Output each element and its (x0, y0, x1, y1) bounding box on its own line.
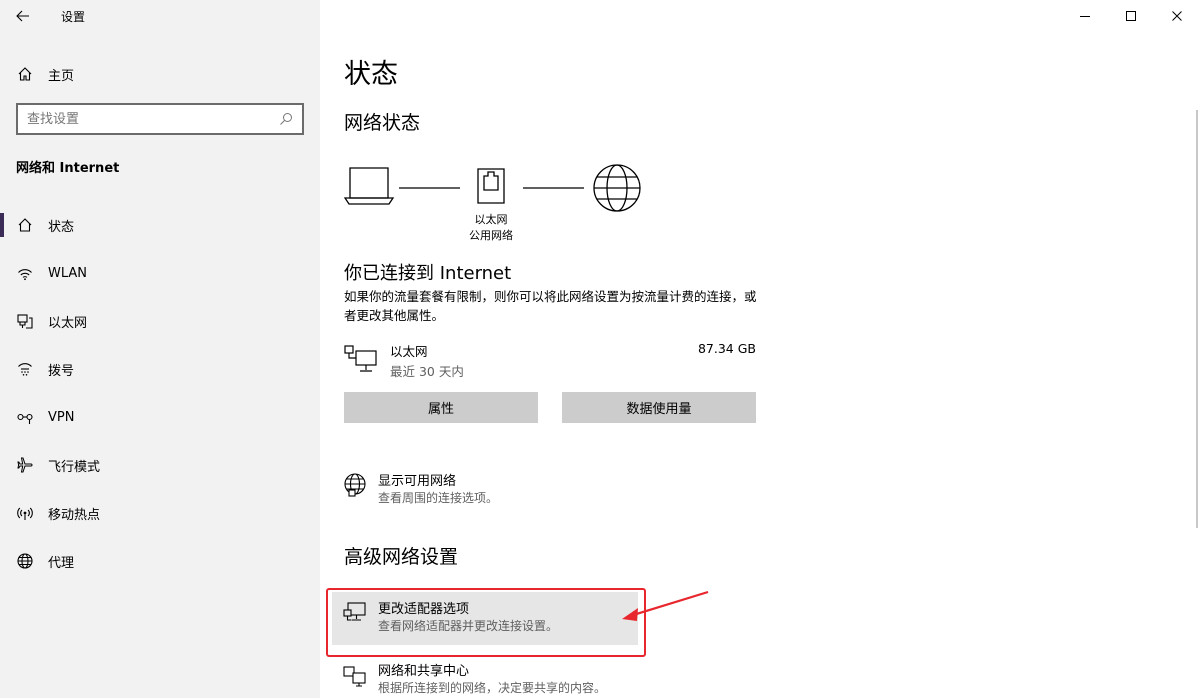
ethernet-name: 以太网 (390, 344, 428, 359)
sharing-center-title: 网络和共享中心 (378, 664, 470, 679)
connection-status-description: 如果你的流量套餐有限制，则你可以将此网络设置为按流量计费的连接，或者更改其他属性… (344, 289, 757, 323)
app-title: 设置 (61, 9, 86, 24)
globe-antenna-icon (342, 472, 368, 498)
sidebar-item-wlan[interactable]: WLAN (0, 249, 320, 297)
maximize-icon (1126, 11, 1136, 21)
sidebar-item-label: 移动热点 (48, 507, 101, 523)
network-status-heading: 网络状态 (344, 112, 421, 134)
network-diagram: 以太网 公用网络 (344, 162, 654, 246)
sidebar-item-label: 主页 (48, 68, 75, 84)
ethernet-port-icon (477, 168, 505, 204)
sharing-center-icon (342, 662, 368, 688)
advanced-settings-heading: 高级网络设置 (344, 546, 459, 568)
sidebar-item-label: 代理 (48, 555, 75, 571)
ethernet-period: 最近 30 天内 (390, 364, 464, 379)
maximize-button[interactable] (1108, 0, 1154, 32)
diagram-network-type: 公用网络 (469, 229, 513, 242)
data-usage-button[interactable]: 数据使用量 (562, 392, 756, 423)
dialup-icon (17, 361, 33, 377)
ethernet-usage: 87.34 GB (697, 341, 756, 356)
hotspot-icon (17, 505, 33, 521)
sidebar-item-dialup[interactable]: 拨号 (0, 345, 320, 393)
vpn-icon (17, 409, 33, 425)
sidebar-item-label: 以太网 (48, 315, 88, 331)
sidebar-item-airplane[interactable]: 飞行模式 (0, 441, 320, 489)
sharing-center-description: 根据所连接到的网络，决定要共享的内容。 (378, 681, 607, 695)
sidebar-item-label: WLAN (48, 265, 88, 281)
sidebar-item-label: 状态 (48, 219, 75, 235)
show-networks-title: 显示可用网络 (378, 474, 457, 489)
properties-button[interactable]: 属性 (344, 392, 538, 423)
minimize-button[interactable] (1062, 0, 1108, 32)
scrollbar[interactable] (1196, 110, 1198, 528)
close-icon (1172, 11, 1182, 21)
sidebar: 设置 主页 网络和 Internet 状态 WLAN (0, 0, 320, 698)
ethernet-monitor-icon (344, 345, 377, 372)
sidebar-item-home[interactable]: 主页 (0, 56, 320, 92)
sharing-center-option[interactable]: 网络和共享中心 根据所连接到的网络，决定要共享的内容。 (342, 660, 762, 698)
connection-status-title: 你已连接到 Internet (344, 263, 512, 284)
back-arrow-icon (16, 10, 29, 22)
window-controls (1062, 0, 1200, 32)
show-networks-description: 查看周围的连接选项。 (378, 491, 499, 505)
diagram-adapter-label: 以太网 (474, 213, 508, 226)
minimize-icon (1080, 16, 1090, 17)
home-icon (17, 66, 33, 82)
section-title: 网络和 Internet (16, 161, 120, 176)
ethernet-usage-row: 以太网 最近 30 天内 87.34 GB (344, 341, 756, 381)
sidebar-item-ethernet[interactable]: 以太网 (0, 297, 320, 345)
ethernet-icon (17, 313, 33, 329)
laptop-icon (344, 167, 395, 205)
annotation-red-arrow (622, 590, 709, 621)
sidebar-nav: 状态 WLAN 以太网 拨号 VPN 飞行模式 移动热点 代理 (0, 201, 320, 585)
sidebar-item-status[interactable]: 状态 (0, 201, 320, 249)
globe-icon (17, 553, 33, 569)
search-icon[interactable] (274, 107, 298, 131)
sidebar-item-vpn[interactable]: VPN (0, 393, 320, 441)
airplane-icon (17, 457, 33, 473)
main-content: 状态 网络状态 以太网 公用网络 你已连接到 Internet 如果你的流量套餐… (320, 0, 1200, 698)
title-bar: 设置 (0, 0, 320, 32)
back-button[interactable] (0, 0, 46, 32)
page-title: 状态 (344, 59, 398, 90)
home-status-icon (17, 217, 33, 233)
sidebar-item-hotspot[interactable]: 移动热点 (0, 489, 320, 537)
annotation-red-box (326, 588, 646, 657)
search-input[interactable] (18, 105, 274, 133)
search-box (16, 103, 304, 135)
sidebar-item-label: VPN (48, 409, 75, 425)
sidebar-item-label: 飞行模式 (48, 459, 101, 475)
globe-icon (593, 164, 641, 212)
sidebar-item-label: 拨号 (48, 363, 75, 379)
show-networks-option[interactable]: 显示可用网络 查看周围的连接选项。 (342, 470, 762, 510)
close-button[interactable] (1154, 0, 1200, 32)
wifi-icon (17, 265, 33, 281)
sidebar-item-proxy[interactable]: 代理 (0, 537, 320, 585)
